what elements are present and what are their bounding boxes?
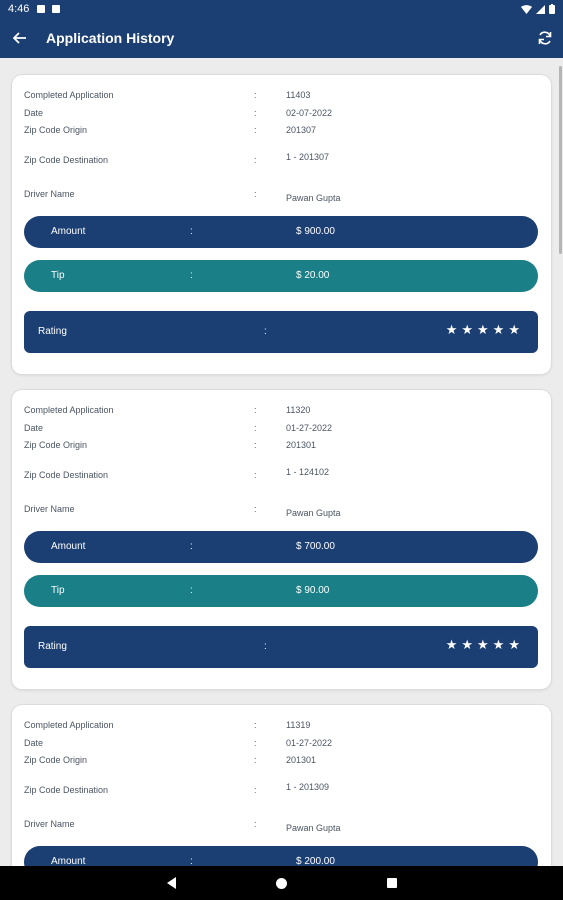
driver-name-value: Pawan Gupta xyxy=(286,823,341,833)
zip-origin-label: Zip Code Origin xyxy=(24,125,88,135)
tip-bar: Tip : $ 20.00 xyxy=(24,260,538,292)
zip-destination-value: 1 - 201307 xyxy=(286,152,330,162)
zip-origin-value: 201301 xyxy=(286,755,317,765)
nav-back-icon[interactable] xyxy=(166,877,176,889)
arrow-left-icon xyxy=(13,32,26,44)
date-label: Date xyxy=(24,423,44,433)
signal-icon xyxy=(536,4,545,14)
colon: : xyxy=(254,189,257,199)
application-id: 11319 xyxy=(286,720,311,730)
colon: : xyxy=(254,470,257,480)
app-bar: Application History xyxy=(0,18,563,58)
zip-destination-value: 1 - 124102 xyxy=(286,467,330,477)
star-rating-icon: ★★★★★ xyxy=(445,637,524,652)
notification-icon xyxy=(37,5,46,13)
system-nav-bar xyxy=(0,866,563,900)
driver-name-label: Driver Name xyxy=(24,189,75,199)
amount-label: Amount xyxy=(51,541,86,552)
colon: : xyxy=(254,125,257,135)
amount-bar: Amount : $ 700.00 xyxy=(24,531,538,563)
driver-name-label: Driver Name xyxy=(24,504,75,514)
date-value: 01-27-2022 xyxy=(286,423,333,433)
colon: : xyxy=(190,856,193,866)
date-value: 02-07-2022 xyxy=(286,108,333,118)
tip-label: Tip xyxy=(51,585,65,596)
amount-value: $ 900.00 xyxy=(296,226,335,237)
tip-value: $ 20.00 xyxy=(296,270,330,281)
page-title: Application History xyxy=(46,30,175,46)
tip-value: $ 90.00 xyxy=(296,585,330,596)
date-label: Date xyxy=(24,108,44,118)
zip-origin-value: 201307 xyxy=(286,125,317,135)
nav-home-icon[interactable] xyxy=(275,877,287,889)
status-time: 4:46 xyxy=(8,3,30,15)
driver-name-label: Driver Name xyxy=(24,819,75,829)
rating-bar: Rating : ★★★★★ xyxy=(24,626,538,668)
rating-label: Rating xyxy=(38,326,67,337)
amount-label: Amount xyxy=(51,856,86,866)
back-button[interactable] xyxy=(0,18,40,58)
wifi-icon xyxy=(521,4,532,14)
amount-label: Amount xyxy=(51,226,86,237)
status-bar: 4:46 xyxy=(0,0,563,18)
colon: : xyxy=(254,155,257,165)
colon: : xyxy=(254,819,257,829)
colon: : xyxy=(254,504,257,514)
colon: : xyxy=(190,585,193,596)
colon: : xyxy=(254,90,257,100)
application-id: 11403 xyxy=(286,90,311,100)
application-card: Completed Application : 11320 Date : 01-… xyxy=(12,390,551,689)
star-rating-icon: ★★★★★ xyxy=(445,322,524,337)
nav-recents-icon[interactable] xyxy=(386,878,397,888)
driver-name-value: Pawan Gupta xyxy=(286,508,341,518)
date-value: 01-27-2022 xyxy=(286,738,333,748)
colon: : xyxy=(254,108,257,118)
refresh-icon xyxy=(538,31,552,45)
tip-bar: Tip : $ 90.00 xyxy=(24,575,538,607)
battery-icon xyxy=(549,4,555,14)
colon: : xyxy=(254,755,257,765)
application-card: Completed Application : 11319 Date : 01-… xyxy=(12,705,551,866)
rating-label: Rating xyxy=(38,641,67,652)
zip-origin-label: Zip Code Origin xyxy=(24,440,88,450)
zip-destination-value: 1 - 201309 xyxy=(286,782,330,792)
rating-bar: Rating : ★★★★★ xyxy=(24,311,538,353)
zip-origin-label: Zip Code Origin xyxy=(24,755,88,765)
zip-destination-label: Zip Code Destination xyxy=(24,785,109,795)
colon: : xyxy=(190,270,193,281)
colon: : xyxy=(264,641,267,652)
amount-value: $ 200.00 xyxy=(296,856,335,866)
completed-application-label: Completed Application xyxy=(24,405,114,415)
colon: : xyxy=(190,541,193,552)
colon: : xyxy=(264,326,267,337)
amount-bar: Amount : $ 200.00 xyxy=(24,846,538,866)
colon: : xyxy=(254,405,257,415)
colon: : xyxy=(254,440,257,450)
amount-value: $ 700.00 xyxy=(296,541,335,552)
history-list[interactable]: Completed Application : 11403 Date : 02-… xyxy=(0,58,563,866)
colon: : xyxy=(254,720,257,730)
sd-card-icon xyxy=(52,5,61,13)
application-card: Completed Application : 11403 Date : 02-… xyxy=(12,75,551,374)
amount-bar: Amount : $ 900.00 xyxy=(24,216,538,248)
colon: : xyxy=(254,423,257,433)
refresh-button[interactable] xyxy=(535,28,555,48)
completed-application-label: Completed Application xyxy=(24,90,114,100)
zip-destination-label: Zip Code Destination xyxy=(24,155,109,165)
colon: : xyxy=(190,226,193,237)
colon: : xyxy=(254,785,257,795)
zip-origin-value: 201301 xyxy=(286,440,317,450)
application-id: 11320 xyxy=(286,405,311,415)
driver-name-value: Pawan Gupta xyxy=(286,193,341,203)
date-label: Date xyxy=(24,738,44,748)
scrollbar[interactable] xyxy=(559,66,562,254)
zip-destination-label: Zip Code Destination xyxy=(24,470,109,480)
completed-application-label: Completed Application xyxy=(24,720,114,730)
tip-label: Tip xyxy=(51,270,65,281)
colon: : xyxy=(254,738,257,748)
